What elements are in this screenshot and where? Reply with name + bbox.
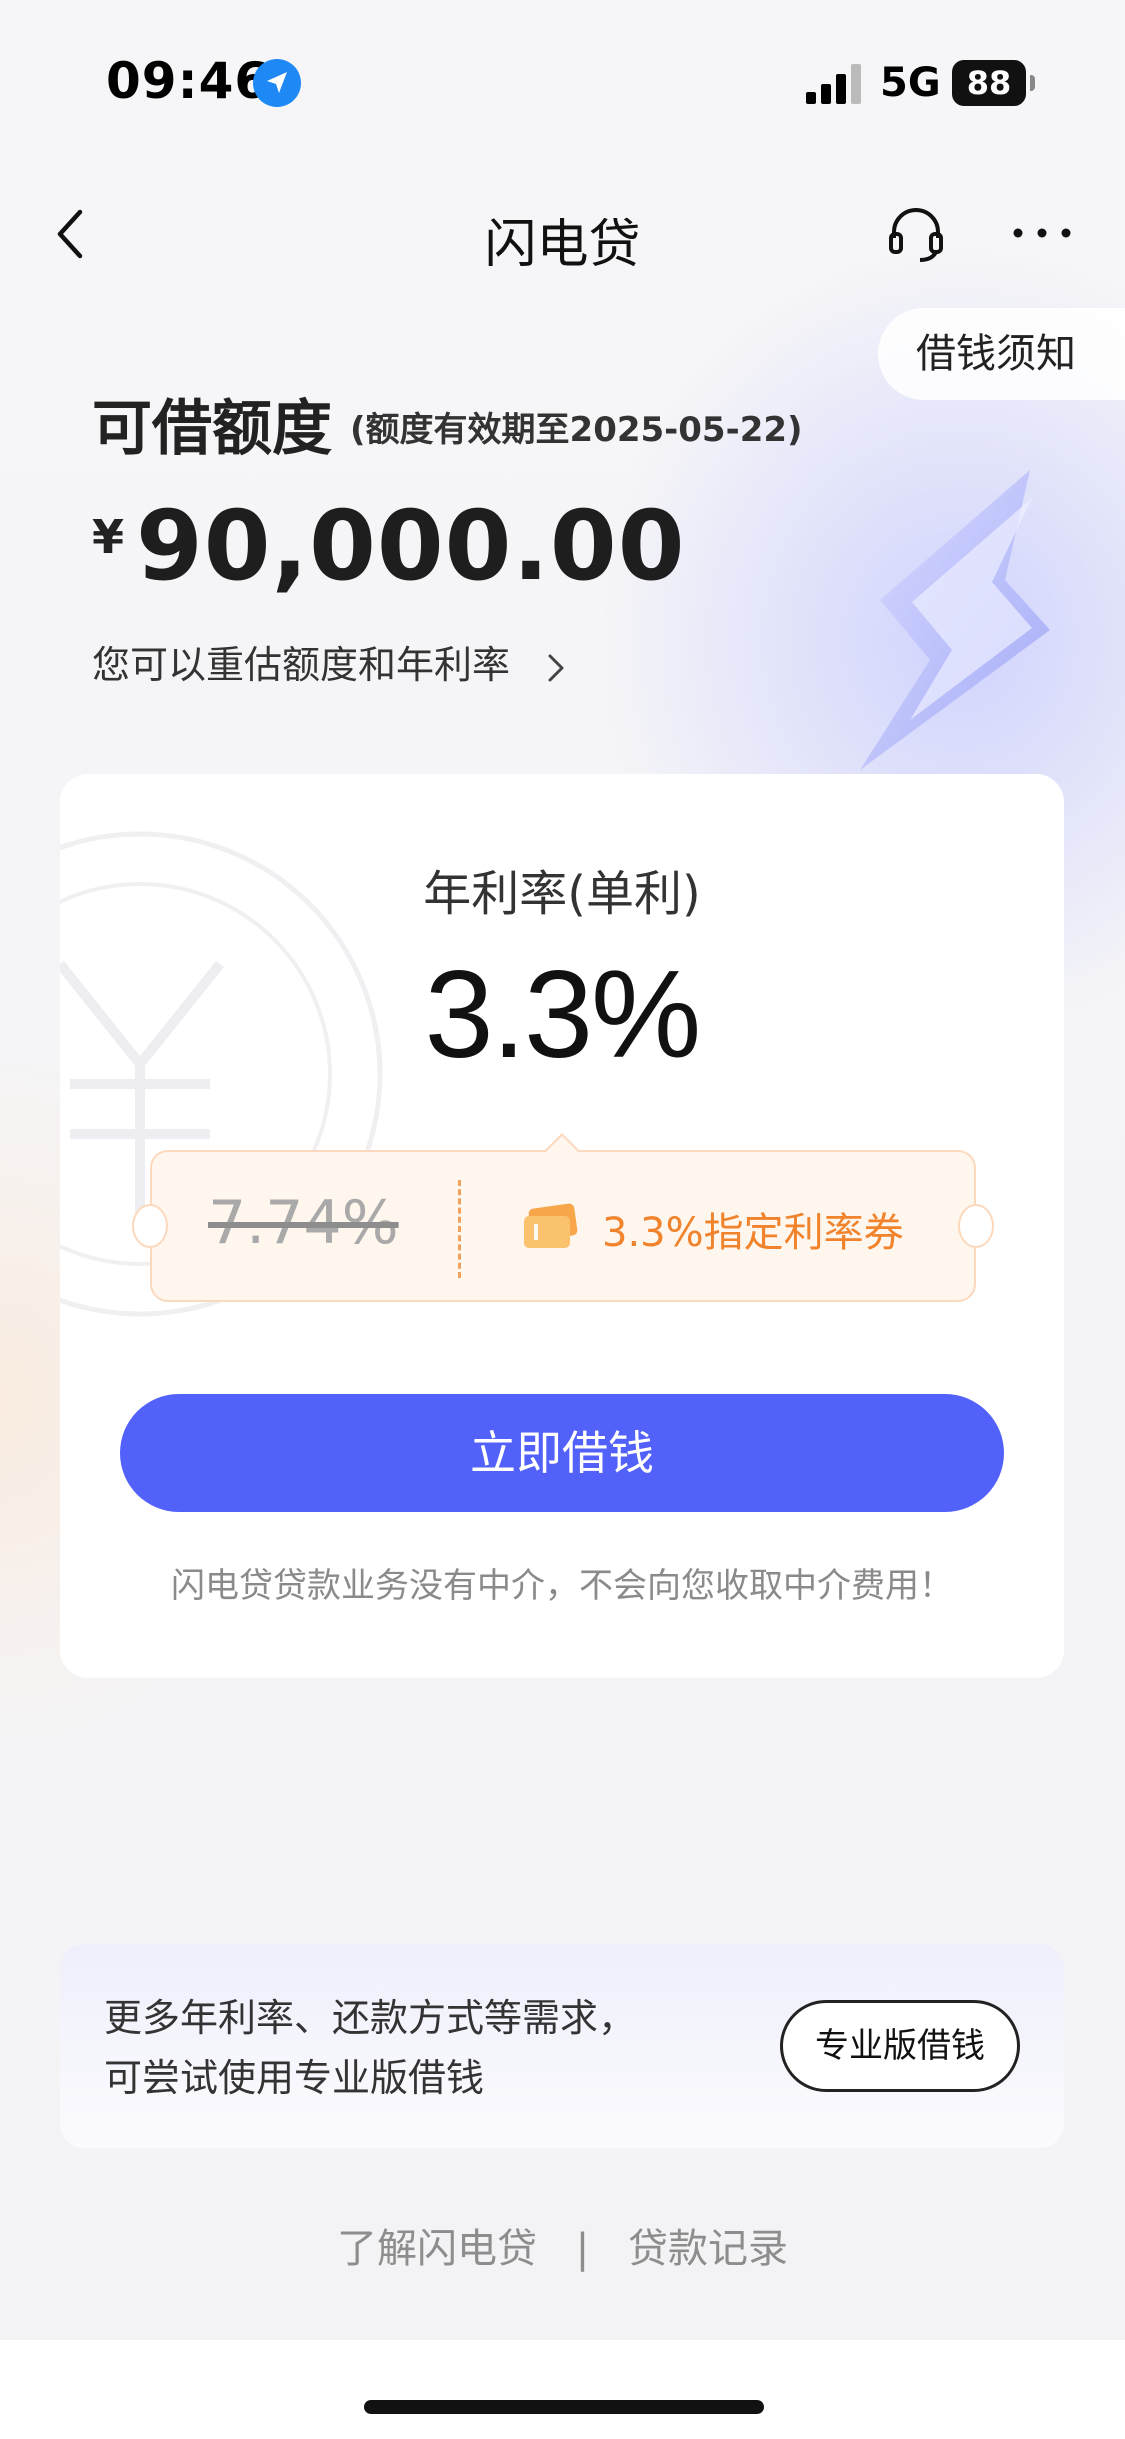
home-indicator[interactable]: [364, 2400, 764, 2414]
professional-version-description: 更多年利率、还款方式等需求， 可尝试使用专业版借钱: [104, 1988, 636, 2108]
page-title: 闪电贷: [484, 215, 641, 275]
coupon-divider: [458, 1180, 461, 1278]
loan-card: 年利率(单利) 3.3% 7.74% 3.3%指定利率券 立即借钱 闪电贷贷款业…: [60, 774, 1064, 1678]
credit-limit-title: 可借额度: [92, 394, 332, 464]
original-rate: 7.74%: [208, 1188, 399, 1258]
loan-records-link[interactable]: 贷款记录: [628, 2226, 788, 2272]
bottom-safe-area: [0, 2340, 1125, 2439]
footer-separator: |: [575, 2226, 590, 2272]
network-type-label: 5G: [880, 60, 941, 106]
rate-coupon[interactable]: 7.74% 3.3%指定利率券: [132, 1133, 994, 1302]
professional-desc-line2: 可尝试使用专业版借钱: [104, 2056, 485, 2100]
reassess-limit-label: 您可以重估额度和年利率: [92, 643, 511, 687]
coupon-ticket-icon: [524, 1203, 578, 1248]
about-link[interactable]: 了解闪电贷: [337, 2226, 537, 2272]
professional-version-card: 更多年利率、还款方式等需求， 可尝试使用专业版借钱 专业版借钱: [60, 1944, 1064, 2148]
no-agent-disclaimer: 闪电贷贷款业务没有中介，不会向您收取中介费用！: [171, 1566, 953, 1606]
footer-links: 了解闪电贷 | 贷款记录: [0, 2216, 1125, 2274]
coupon-notch-right: [958, 1204, 994, 1248]
reassess-limit-link[interactable]: 您可以重估额度和年利率: [92, 634, 568, 687]
professional-desc-line1: 更多年利率、还款方式等需求，: [104, 1996, 637, 2040]
coupon-text: 3.3%指定利率券: [602, 1210, 904, 1256]
status-time: 09:46: [106, 52, 271, 110]
currency-symbol: ¥: [92, 510, 125, 564]
navigation-bar: 闪电贷: [0, 190, 1125, 280]
professional-borrow-button[interactable]: 专业版借钱: [780, 2000, 1020, 2092]
borrowing-notice-button[interactable]: 借钱须知: [878, 308, 1125, 400]
lightning-bolt-decoration-icon: [860, 470, 1050, 770]
status-bar: 09:46 5G 88: [0, 0, 1125, 165]
borrow-now-button[interactable]: 立即借钱: [120, 1394, 1004, 1512]
location-arrow-icon: [253, 59, 301, 107]
more-options-icon[interactable]: [1012, 218, 1072, 248]
coupon-notch-left: [132, 1204, 168, 1248]
battery-icon: 88: [952, 60, 1035, 106]
customer-service-headset-icon[interactable]: [886, 204, 946, 264]
credit-limit-amount: 90,000.00: [136, 490, 686, 602]
credit-limit-validity: (额度有效期至2025-05-22): [350, 410, 803, 450]
annual-rate-label: 年利率(单利): [423, 866, 701, 922]
chevron-right-icon: [548, 654, 564, 681]
coupon-pointer: [545, 1133, 579, 1167]
cellular-signal-icon: [806, 64, 861, 104]
annual-rate-value: 3.3%: [424, 946, 702, 1084]
battery-level: 88: [966, 64, 1012, 102]
